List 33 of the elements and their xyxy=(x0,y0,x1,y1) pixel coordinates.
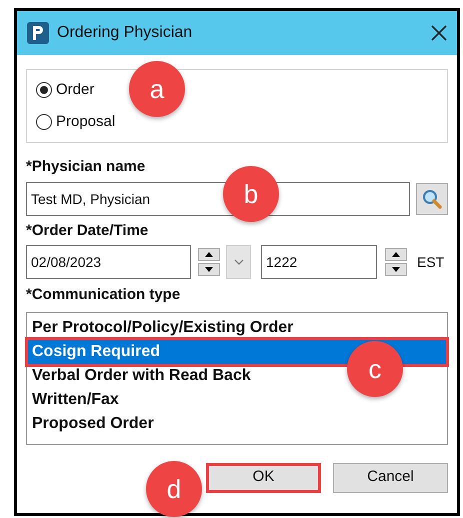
search-icon xyxy=(422,188,442,208)
field-label: *Communication type xyxy=(26,285,182,305)
list-item[interactable]: Cosign Required xyxy=(28,340,446,364)
list-item[interactable]: Written/Fax xyxy=(28,388,123,412)
up-arrow-icon xyxy=(392,252,400,257)
callout-marker: d xyxy=(146,461,202,517)
list-item[interactable]: Verbal Order with Read Back xyxy=(28,364,255,388)
close-icon[interactable] xyxy=(431,25,447,41)
date-field[interactable]: 02/08/2023 xyxy=(26,245,191,279)
field-label: *Physician name xyxy=(26,157,146,177)
up-arrow-icon xyxy=(205,252,213,257)
timezone-label: EST xyxy=(417,252,444,272)
ok-button[interactable]: OK xyxy=(206,462,321,492)
cancel-button[interactable]: Cancel xyxy=(333,462,448,492)
down-arrow-icon xyxy=(392,267,400,272)
field-label: *Order Date/Time xyxy=(26,220,150,240)
radio-option[interactable]: Order xyxy=(36,78,94,101)
chevron-down-icon xyxy=(234,259,244,265)
radio-option[interactable]: Proposal xyxy=(36,111,116,134)
search-button[interactable] xyxy=(416,182,448,214)
list-item[interactable]: Proposed Order xyxy=(28,412,158,436)
window-title: Ordering Physician xyxy=(57,23,192,43)
down-arrow-icon xyxy=(205,267,213,272)
callout-marker: b xyxy=(223,166,279,222)
radio-button[interactable] xyxy=(36,114,52,130)
spin-buttons[interactable] xyxy=(198,248,220,276)
app-logo-icon xyxy=(27,22,49,44)
callout-marker: a xyxy=(129,61,185,117)
callout-marker: c xyxy=(347,341,403,397)
radio-button[interactable] xyxy=(36,82,52,98)
time-field[interactable]: 1222 xyxy=(261,245,377,279)
list-item[interactable]: Per Protocol/Policy/Existing Order xyxy=(28,316,298,340)
spin-buttons[interactable] xyxy=(385,248,407,276)
